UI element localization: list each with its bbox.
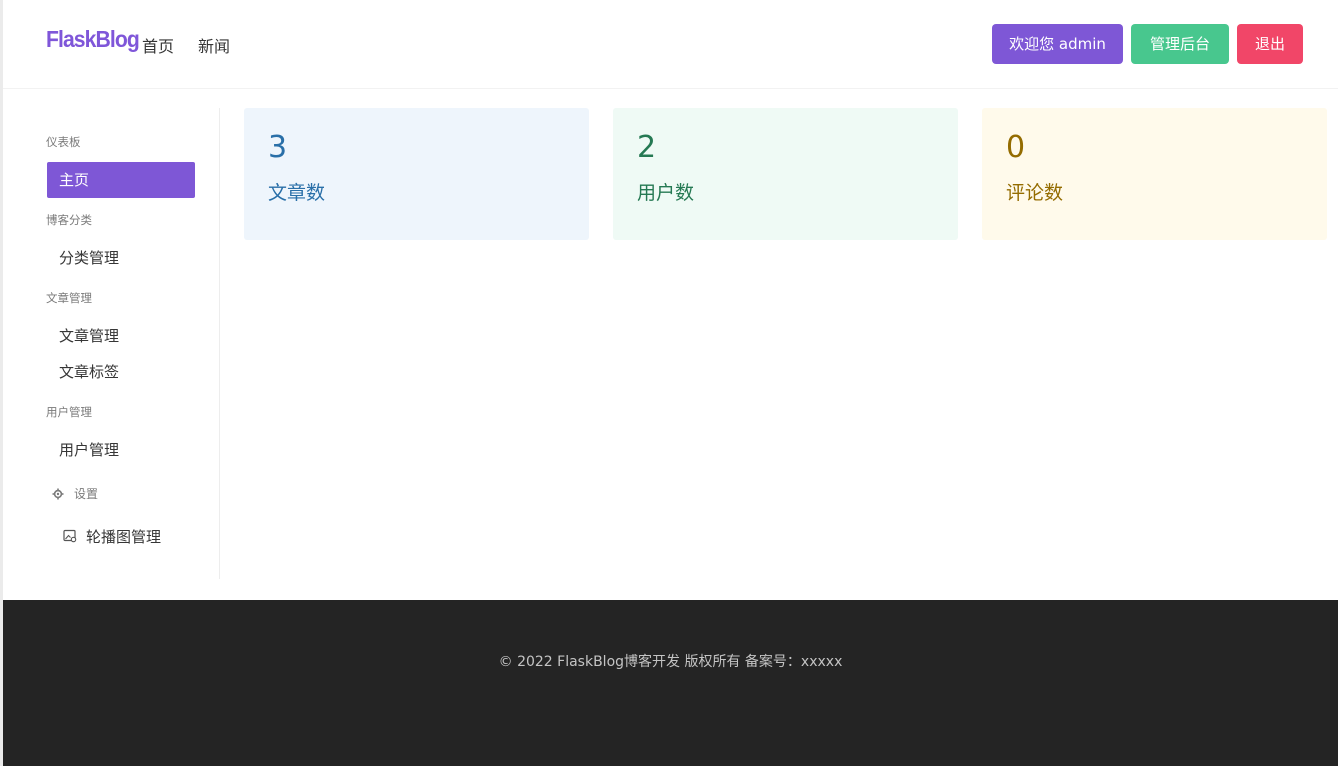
menu-label-dashboard: 仪表板 — [46, 135, 81, 149]
stat-value-users: 2 — [637, 130, 657, 165]
stat-value-comments: 0 — [1006, 130, 1026, 165]
page-footer: © 2022 FlaskBlog博客开发 版权所有 备案号：xxxxx — [3, 600, 1338, 766]
sidebar-item-carousel-management[interactable]: 轮播图管理 — [63, 522, 161, 550]
carousel-item-label: 轮播图管理 — [86, 527, 162, 546]
settings-label: 设置 — [74, 487, 99, 501]
stat-value-articles: 3 — [268, 130, 288, 165]
footer-copyright: © 2022 FlaskBlog博客开发 版权所有 备案号：xxxxx — [498, 654, 843, 670]
gear-icon — [52, 488, 64, 500]
page: FlaskBlog 首页 新闻 欢迎您 admin 管理后台 退出 仪表板 主页… — [0, 0, 1338, 766]
nav-link-home[interactable]: 首页 — [142, 33, 174, 57]
image-icon — [63, 529, 77, 543]
sidebar-item-user-management[interactable]: 用户管理 — [47, 432, 195, 468]
sidebar-item-article-tags[interactable]: 文章标签 — [47, 354, 195, 390]
sidebar-menu: 仪表板 主页 博客分类 分类管理 文章管理 文章管理 文章标签 用户管理 用户管… — [3, 108, 220, 579]
brand-logo[interactable]: FlaskBlog — [46, 26, 140, 53]
stat-label-articles: 文章数 — [268, 182, 326, 204]
stat-card-users: 2 用户数 — [613, 108, 958, 240]
menu-label-user-management: 用户管理 — [46, 405, 92, 419]
menu-label-blog-category: 博客分类 — [46, 213, 92, 227]
sidebar-item-article-management[interactable]: 文章管理 — [47, 318, 195, 354]
menu-label-settings: 设置 — [52, 485, 98, 502]
top-navbar: FlaskBlog 首页 新闻 欢迎您 admin 管理后台 退出 — [3, 0, 1338, 89]
stat-card-articles: 3 文章数 — [244, 108, 589, 240]
logout-button[interactable]: 退出 — [1237, 24, 1303, 64]
sidebar-item-home[interactable]: 主页 — [47, 162, 195, 198]
stat-card-comments: 0 评论数 — [982, 108, 1327, 240]
stat-label-comments: 评论数 — [1006, 182, 1064, 204]
welcome-user-button[interactable]: 欢迎您 admin — [992, 24, 1123, 64]
menu-label-article-management: 文章管理 — [46, 291, 92, 305]
admin-dashboard-button[interactable]: 管理后台 — [1131, 24, 1229, 64]
nav-link-news[interactable]: 新闻 — [198, 33, 230, 57]
stat-label-users: 用户数 — [637, 182, 695, 204]
sidebar-item-category-management[interactable]: 分类管理 — [47, 240, 195, 276]
